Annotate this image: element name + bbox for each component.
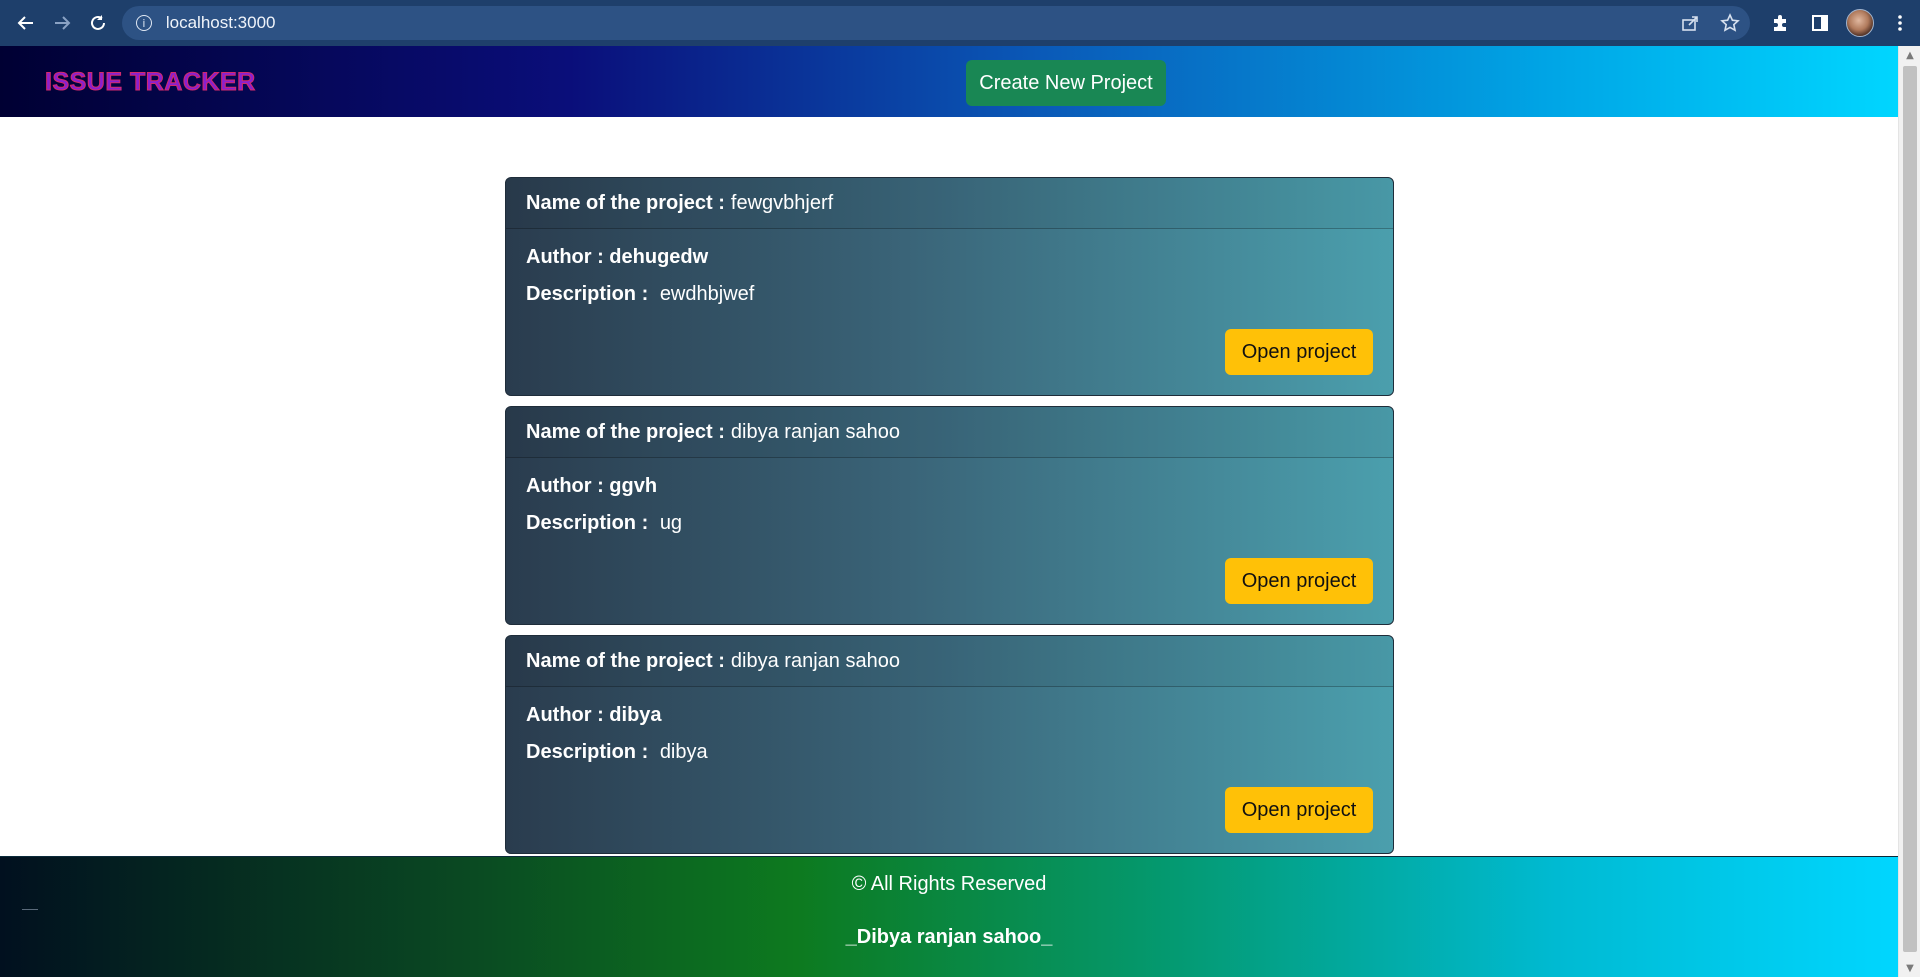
author-label: Author : ggvh: [526, 475, 658, 497]
browser-toolbar: i localhost:3000: [0, 0, 1920, 46]
description-value: ewdhbjwef: [659, 283, 755, 305]
puzzle-icon: [1773, 15, 1786, 31]
arrow-right-icon: [54, 16, 71, 30]
share-button[interactable]: [1670, 13, 1710, 33]
footer-divider: [22, 909, 38, 910]
project-name: dibya ranjan sahoo: [730, 649, 900, 672]
kebab-menu-icon: [1898, 15, 1902, 31]
footer-author: _Dibya ranjan sahoo_: [845, 926, 1053, 948]
project-card: Name of the project : dibya ranjan sahoo…: [505, 635, 1394, 854]
address-bar[interactable]: i localhost:3000: [121, 6, 1750, 40]
project-author: Author : ggvh: [526, 475, 663, 498]
project-description: Description : ewdhbjwef: [526, 283, 754, 306]
project-description: Description : dibya: [526, 741, 708, 764]
scrollbar-thumb[interactable]: [1903, 66, 1917, 952]
arrow-left-icon: [17, 16, 33, 30]
create-new-project-button[interactable]: Create New Project: [966, 60, 1166, 106]
open-project-button[interactable]: Open project: [1225, 558, 1373, 604]
forward-button[interactable]: [44, 5, 80, 41]
avatar: [1845, 9, 1874, 37]
project-name-label: Name of the project :: [526, 191, 725, 214]
page-footer: © All Rights Reserved _Dibya ranjan saho…: [0, 856, 1898, 977]
extensions-button[interactable]: [1760, 5, 1800, 41]
reload-icon: [90, 15, 105, 30]
description-label: Description :: [526, 741, 649, 763]
project-card: Name of the project : dibya ranjan sahoo…: [505, 406, 1394, 625]
scroll-down-arrow-icon[interactable]: ▼: [1899, 959, 1920, 977]
bookmark-button[interactable]: [1710, 13, 1750, 33]
project-name-label: Name of the project :: [526, 649, 725, 672]
share-icon: [1682, 16, 1698, 31]
project-card-header: Name of the project : dibya ranjan sahoo: [506, 636, 1393, 687]
description-value: ug: [659, 512, 683, 534]
author-label: Author : dehugedw: [526, 246, 709, 268]
reload-button[interactable]: [80, 5, 116, 41]
project-author: Author : dibya: [526, 704, 668, 727]
project-card-header: Name of the project : fewgvbhjerf: [506, 178, 1393, 229]
brand-logo[interactable]: ISSUE TRACKER: [45, 68, 256, 97]
project-author: Author : dehugedw: [526, 246, 714, 269]
project-card: Name of the project : fewgvbhjerf Author…: [505, 177, 1394, 396]
project-name: dibya ranjan sahoo: [730, 420, 900, 443]
star-icon: [1720, 13, 1740, 32]
back-button[interactable]: [8, 5, 44, 41]
project-description: Description : ug: [526, 512, 682, 535]
side-panel-button[interactable]: [1800, 5, 1840, 41]
page-scrollbar[interactable]: ▲ ▼: [1898, 46, 1920, 977]
profile-button[interactable]: [1840, 5, 1880, 41]
description-label: Description :: [526, 283, 649, 305]
project-card-header: Name of the project : dibya ranjan sahoo: [506, 407, 1393, 458]
description-label: Description :: [526, 512, 649, 534]
description-value: dibya: [659, 741, 708, 763]
author-label: Author : dibya: [526, 704, 662, 726]
open-project-button[interactable]: Open project: [1225, 787, 1373, 833]
menu-button[interactable]: [1880, 5, 1920, 41]
side-panel-icon: [1811, 15, 1828, 31]
scroll-up-arrow-icon[interactable]: ▲: [1899, 46, 1920, 64]
browser-actions: [1760, 5, 1920, 41]
project-name-label: Name of the project :: [526, 420, 725, 443]
info-icon[interactable]: i: [135, 15, 152, 31]
copyright-text: © All Rights Reserved: [851, 873, 1047, 895]
project-name: fewgvbhjerf: [730, 191, 834, 214]
app-header: ISSUE TRACKER Create New Project: [0, 46, 1898, 117]
url-text: localhost:3000: [165, 13, 276, 32]
open-project-button[interactable]: Open project: [1225, 329, 1373, 375]
